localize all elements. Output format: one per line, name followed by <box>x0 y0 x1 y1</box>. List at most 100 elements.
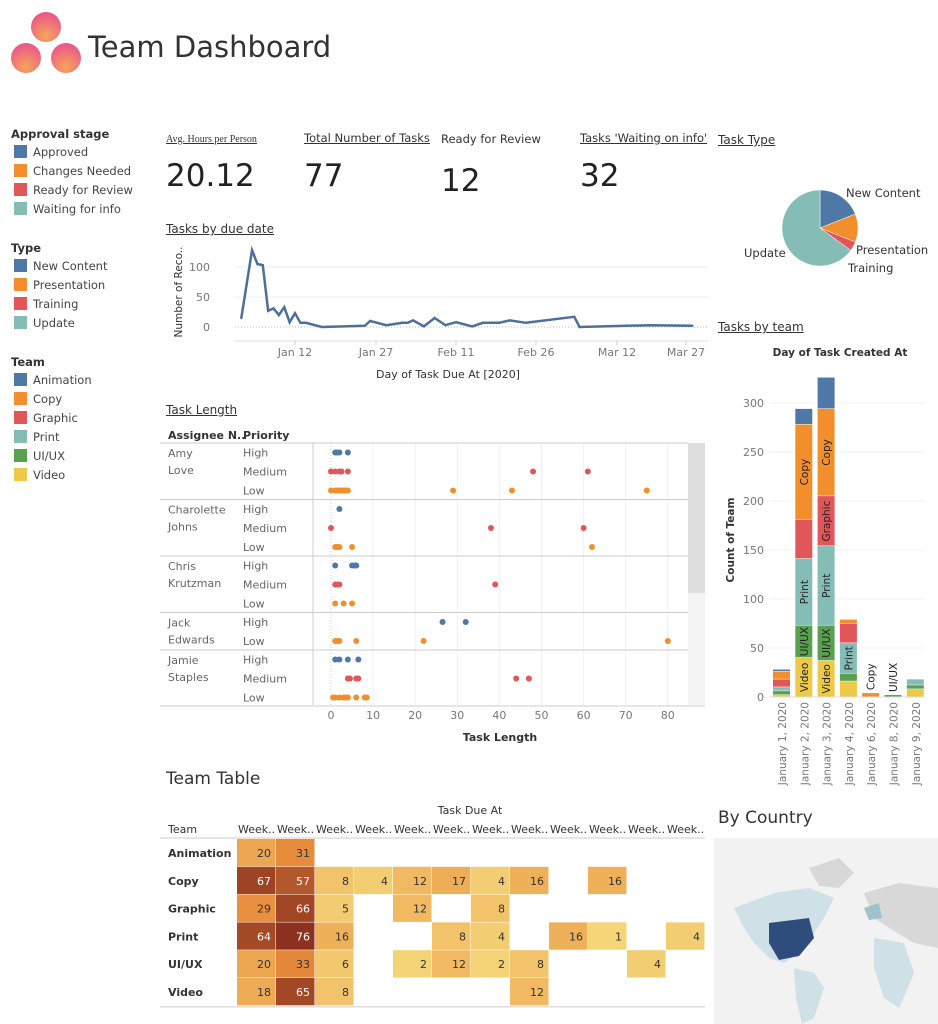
line-point[interactable] <box>363 324 367 327</box>
scatter-point[interactable] <box>346 675 353 682</box>
scatter-point[interactable] <box>344 468 351 475</box>
scatter-point[interactable] <box>584 468 591 475</box>
line-point[interactable] <box>299 321 302 324</box>
scatter-point[interactable] <box>355 656 362 663</box>
line-point[interactable] <box>578 325 581 329</box>
legend-item-video[interactable]: Video <box>11 465 133 484</box>
kpi-label[interactable]: Tasks 'Waiting on info' <box>580 131 707 145</box>
line-point[interactable] <box>524 321 528 324</box>
scatter-point[interactable] <box>332 562 339 569</box>
scatter-point[interactable] <box>344 694 351 701</box>
line-point[interactable] <box>508 319 511 322</box>
scatter-point[interactable] <box>336 506 343 512</box>
legend-item-ui-ux[interactable]: UI/UX <box>11 446 133 465</box>
bar-segment-graphic[interactable] <box>773 679 790 687</box>
scatter-point[interactable] <box>349 600 356 607</box>
bar-segment-uiux[interactable] <box>884 695 902 697</box>
scatter-point[interactable] <box>336 656 343 663</box>
line-point[interactable] <box>293 312 297 315</box>
scatter-point[interactable] <box>336 638 343 644</box>
line-chart-title[interactable]: Tasks by due date <box>166 222 274 236</box>
scatter-point[interactable] <box>336 544 343 550</box>
scatter-point[interactable] <box>336 581 343 588</box>
bar-segment-uiux[interactable] <box>839 673 857 681</box>
line-point[interactable] <box>240 316 243 320</box>
kpi-label[interactable]: Avg. Hours per Person <box>166 134 257 145</box>
scatter-point[interactable] <box>349 544 356 550</box>
line-point[interactable] <box>266 309 270 312</box>
line-point[interactable] <box>648 324 651 327</box>
scatter-point[interactable] <box>420 638 427 644</box>
bar-segment-video[interactable] <box>839 681 857 697</box>
line-point[interactable] <box>481 321 485 324</box>
scatter-point[interactable] <box>344 449 351 456</box>
line-point[interactable] <box>401 321 404 324</box>
scatter-point[interactable] <box>353 562 360 569</box>
line-point[interactable] <box>573 315 576 318</box>
line-point[interactable] <box>385 324 388 327</box>
line-point[interactable] <box>304 321 307 324</box>
legend-item-print[interactable]: Print <box>11 427 133 446</box>
bar-segment-graphic[interactable] <box>795 519 813 559</box>
line-point[interactable] <box>368 319 372 323</box>
bar-segment-copy[interactable] <box>839 619 857 623</box>
scatter-point[interactable] <box>509 487 516 494</box>
line-point[interactable] <box>471 325 474 328</box>
legend-item-graphic[interactable]: Graphic <box>11 408 133 427</box>
scatter-title[interactable]: Task Length <box>166 403 237 417</box>
bar-segment-animation[interactable] <box>817 377 835 409</box>
scatter-point[interactable] <box>332 600 339 607</box>
line-point[interactable] <box>256 262 259 266</box>
line-point[interactable] <box>277 313 281 317</box>
line-point[interactable] <box>691 324 694 327</box>
line-point[interactable] <box>497 321 501 324</box>
scatter-point[interactable] <box>462 619 469 625</box>
legend-item-training[interactable]: Training <box>11 294 133 313</box>
bar-segment-copy[interactable] <box>862 693 880 697</box>
bar-segment-copy[interactable] <box>773 671 790 679</box>
bar-segment-animation[interactable] <box>795 408 813 425</box>
scatter-point[interactable] <box>363 694 370 701</box>
bar-segment-print[interactable] <box>773 687 790 691</box>
scatter-point[interactable] <box>589 544 596 550</box>
bar-chart-title[interactable]: Tasks by team <box>718 320 804 334</box>
scatter-point[interactable] <box>355 675 362 682</box>
scatter-point[interactable] <box>525 675 532 682</box>
scatter-point[interactable] <box>643 487 650 494</box>
scatter-point[interactable] <box>513 675 520 682</box>
line-point[interactable] <box>272 307 275 310</box>
bar-segment-video[interactable] <box>773 695 790 697</box>
scatter-point[interactable] <box>530 468 537 475</box>
legend-item-waiting-for-info[interactable]: Waiting for info <box>11 199 133 218</box>
scatter-point[interactable] <box>353 694 360 701</box>
scatter-point[interactable] <box>336 449 343 456</box>
line-point[interactable] <box>433 316 436 320</box>
line-point[interactable] <box>250 249 254 252</box>
scatter-point[interactable] <box>439 619 446 625</box>
line-point[interactable] <box>288 321 291 324</box>
scatter-point[interactable] <box>664 638 671 644</box>
bar-segment-uiux[interactable] <box>906 685 924 689</box>
legend-item-copy[interactable]: Copy <box>11 389 133 408</box>
scatter-point[interactable] <box>492 581 499 588</box>
legend-item-update[interactable]: Update <box>11 313 133 332</box>
scatter-point[interactable] <box>338 468 345 475</box>
bar-segment-graphic[interactable] <box>839 623 857 643</box>
scatter-point[interactable] <box>450 487 457 494</box>
legend-item-animation[interactable]: Animation <box>11 370 133 389</box>
line-point[interactable] <box>411 319 415 322</box>
scatter-point[interactable] <box>580 525 587 531</box>
scatter-point[interactable] <box>344 656 351 663</box>
scatter-point[interactable] <box>344 487 351 494</box>
line-point[interactable] <box>422 325 426 328</box>
line-point[interactable] <box>406 321 409 324</box>
bar-segment-animation[interactable] <box>773 669 790 672</box>
bar-segment-print[interactable] <box>906 679 924 685</box>
scatter-point[interactable] <box>353 638 360 644</box>
legend-item-changes-needed[interactable]: Changes Needed <box>11 161 133 180</box>
line-point[interactable] <box>283 306 286 309</box>
kpi-label[interactable]: Total Number of Tasks <box>304 131 430 145</box>
line-point[interactable] <box>261 264 264 267</box>
line-series[interactable] <box>240 245 693 329</box>
country-map[interactable] <box>714 838 938 1024</box>
